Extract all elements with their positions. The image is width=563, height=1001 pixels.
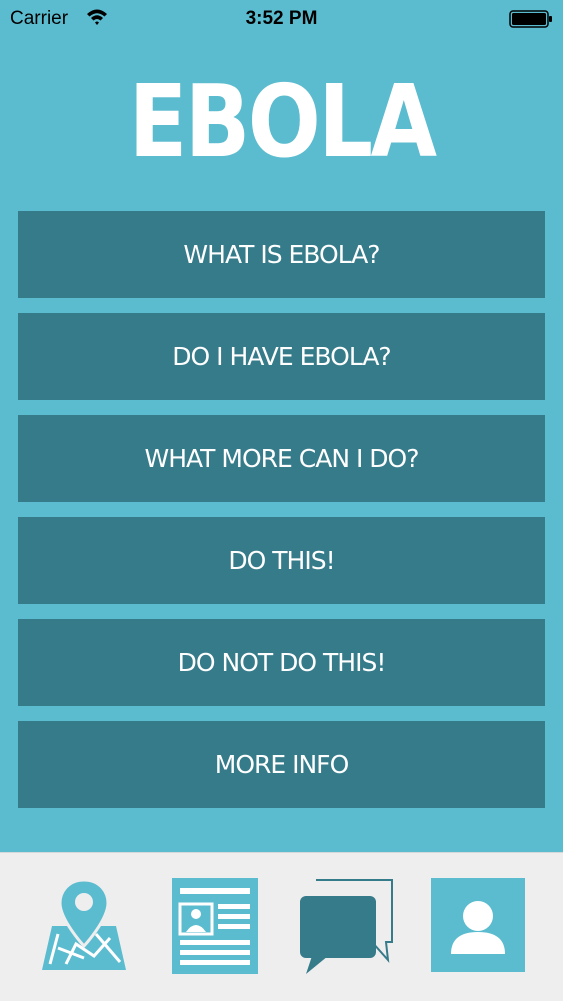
more-info-button[interactable]: MORE INFO	[18, 721, 545, 808]
chat-icon	[298, 878, 394, 974]
battery-icon	[509, 10, 553, 28]
do-this-button[interactable]: DO THIS!	[18, 517, 545, 604]
profile-icon	[431, 878, 527, 972]
do-i-have-ebola-button[interactable]: DO I HAVE EBOLA?	[18, 313, 545, 400]
main-menu: WHAT IS EBOLA? DO I HAVE EBOLA? WHAT MOR…	[18, 211, 545, 823]
status-time: 3:52 PM	[245, 8, 318, 29]
do-not-do-this-button[interactable]: DO NOT DO THIS!	[18, 619, 545, 706]
news-icon	[172, 878, 268, 974]
what-more-can-i-do-button[interactable]: WHAT MORE CAN I DO?	[18, 415, 545, 502]
tab-bar	[0, 852, 563, 1001]
what-is-ebola-button[interactable]: WHAT IS EBOLA?	[18, 211, 545, 298]
status-bar: Carrier 3:52 PM	[0, 0, 563, 40]
app-title: EBOLA	[128, 63, 437, 180]
map-pin-icon	[36, 878, 132, 974]
chat-tab[interactable]	[298, 878, 394, 974]
news-tab[interactable]	[172, 878, 268, 974]
map-tab[interactable]	[36, 878, 132, 974]
profile-tab[interactable]	[431, 878, 527, 974]
